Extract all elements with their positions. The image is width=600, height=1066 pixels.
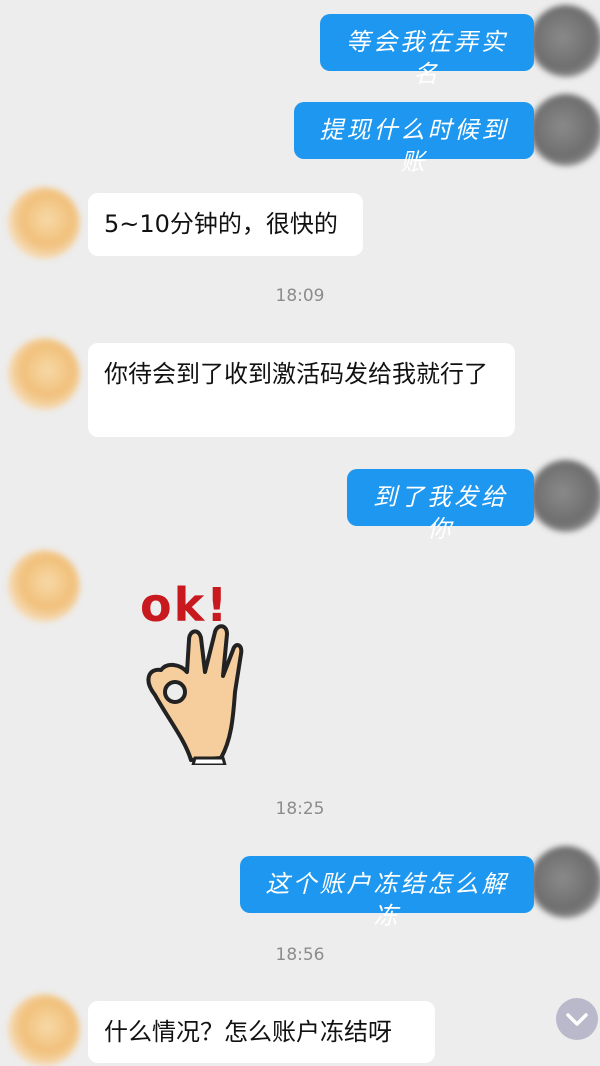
contact-avatar[interactable]: [8, 187, 80, 259]
message-text: 这个账户冻结怎么解冻: [265, 870, 509, 930]
my-message-bubble[interactable]: 提现什么时候到账: [294, 102, 534, 176]
my-avatar[interactable]: [530, 94, 600, 166]
message-text: 等会我在弄实名: [346, 28, 508, 88]
message-text: 5~10分钟的，很快的: [104, 210, 338, 238]
contact-avatar[interactable]: [8, 550, 80, 622]
message-text: 什么情况？怎么账户冻结呀: [104, 1018, 392, 1046]
my-message-bubble[interactable]: 等会我在弄实名: [320, 14, 534, 88]
my-message-bubble[interactable]: 这个账户冻结怎么解冻: [240, 856, 534, 930]
message-text: 你待会到了收到激活码发给我就行了: [104, 360, 488, 388]
contact-message-bubble[interactable]: 你待会到了收到激活码发给我就行了: [88, 343, 515, 437]
scroll-to-bottom-button[interactable]: [556, 998, 598, 1040]
chat-message-list[interactable]: 等会我在弄实名 提现什么时候到账 5~10分钟的，很快的 18:09 你待会到了…: [0, 0, 600, 1066]
my-avatar[interactable]: [530, 5, 600, 77]
chevron-down-icon: [566, 1013, 588, 1026]
contact-avatar[interactable]: [8, 994, 80, 1066]
timestamp: 18:09: [275, 286, 325, 306]
message-text: 提现什么时候到账: [319, 116, 509, 176]
my-avatar[interactable]: [530, 846, 600, 918]
my-avatar[interactable]: [530, 460, 600, 532]
sticker-text: ok!: [140, 578, 230, 632]
my-message-bubble[interactable]: 到了我发给你: [347, 469, 534, 543]
contact-avatar[interactable]: [8, 338, 80, 410]
timestamp: 18:56: [275, 945, 325, 965]
contact-message-bubble[interactable]: 5~10分钟的，很快的: [88, 193, 363, 256]
timestamp: 18:25: [275, 799, 325, 819]
ok-sticker[interactable]: ok!: [135, 578, 270, 767]
message-text: 到了我发给你: [373, 483, 508, 543]
contact-message-bubble[interactable]: 什么情况？怎么账户冻结呀: [88, 1001, 435, 1063]
